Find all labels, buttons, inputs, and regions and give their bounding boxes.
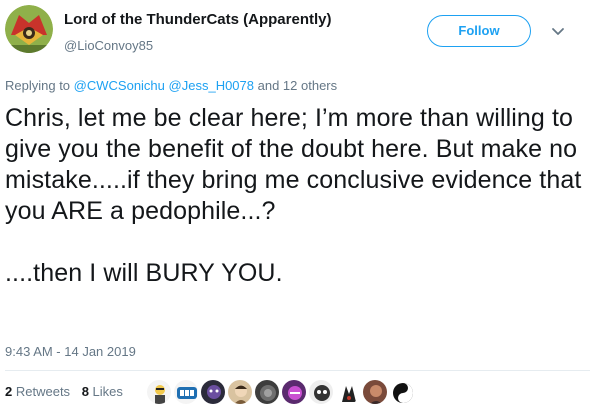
replying-to-prefix: Replying to [5,78,71,93]
tweet-paragraph: ....then I will BURY YOU. [5,259,283,287]
retweets-stat[interactable]: 2 Retweets [5,384,70,399]
tweet-timestamp[interactable]: 9:43 AM - 14 Jan 2019 [5,344,136,359]
follow-button[interactable]: Follow [427,15,531,47]
liker-avatar[interactable] [173,379,199,405]
liker-avatar[interactable] [362,379,388,405]
chevron-down-icon[interactable] [550,24,566,40]
replying-to: Replying to @CWCSonichu @Jess_H0078 and … [5,78,337,93]
liker-avatar[interactable] [146,379,172,405]
reply-user-link[interactable]: @CWCSonichu [74,78,165,93]
tweet-paragraph: Chris, let me be clear here; I’m more th… [5,104,582,225]
liker-avatar[interactable] [254,379,280,405]
divider [5,370,590,371]
likes-label: Likes [92,384,123,399]
user-handle[interactable]: @LioConvoy85 [64,38,153,53]
tweet-text: Chris, let me be clear here; I’m more th… [5,103,590,289]
liker-avatar[interactable] [335,379,361,405]
replying-to-suffix[interactable]: and 12 others [258,78,338,93]
liker-avatar[interactable] [389,379,415,405]
retweets-label: Retweets [15,384,71,399]
likes-count: 8 [81,384,89,399]
display-name[interactable]: Lord of the ThunderCats (Apparently) [64,11,332,28]
retweets-count: 2 [5,384,13,399]
liker-avatars [146,379,416,407]
liker-avatar[interactable] [308,379,334,405]
liker-avatar[interactable] [200,379,226,405]
tweet-card: Lord of the ThunderCats (Apparently) @Li… [0,0,595,416]
likes-stat[interactable]: 8 Likes [82,384,123,399]
user-avatar[interactable] [5,5,53,53]
liker-avatar[interactable] [227,379,253,405]
reply-user-link[interactable]: @Jess_H0078 [169,78,254,93]
liker-avatar[interactable] [281,379,307,405]
tweet-stats: 2 Retweets 8 Likes [5,384,131,399]
